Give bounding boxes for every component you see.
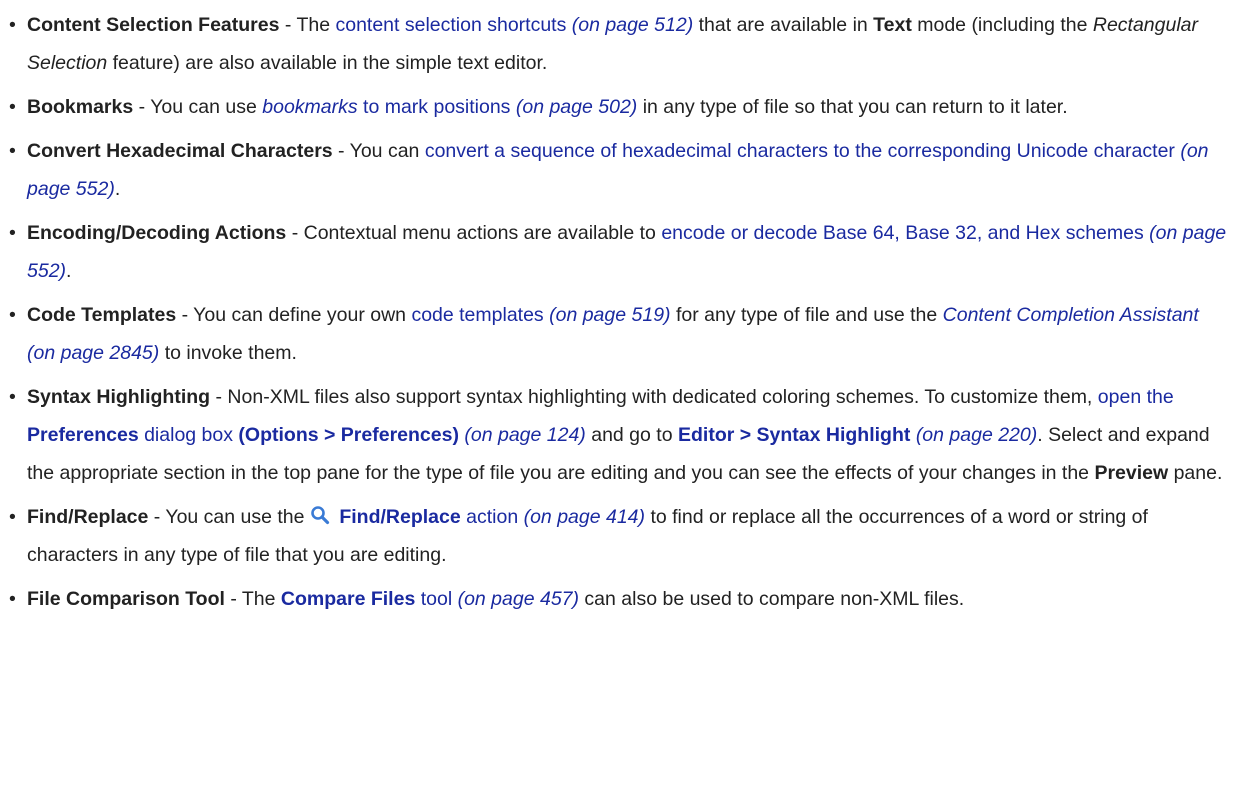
item-text: - You can xyxy=(332,140,425,162)
item-label: Convert Hexadecimal Characters xyxy=(27,140,333,162)
item-text: that are available in xyxy=(693,14,874,36)
item-text: - You can use xyxy=(133,96,263,118)
link-text: open the xyxy=(1097,386,1174,408)
link-syntax-highlight[interactable]: Editor > Syntax Highlight xyxy=(678,424,910,446)
page-ref-link[interactable]: (on page 502) xyxy=(516,96,637,118)
item-text: feature) are also available in the simpl… xyxy=(107,52,548,74)
text-mode-label: Text xyxy=(873,14,912,36)
search-icon xyxy=(311,506,330,525)
item-text: to invoke them. xyxy=(159,342,297,364)
item-label: Syntax Highlighting xyxy=(27,386,211,408)
compare-files-label: Compare Files xyxy=(280,588,416,610)
item-text: - The xyxy=(224,588,281,610)
link-encode-decode[interactable]: encode or decode Base 64, Base 32, and H… xyxy=(661,222,1143,244)
link-code-templates[interactable]: code templates xyxy=(411,304,543,326)
item-label: Content Selection Features xyxy=(27,14,280,36)
list-item-bookmarks: Bookmarks - You can use bookmarks to mar… xyxy=(0,88,1227,126)
preview-label: Preview xyxy=(1094,462,1169,484)
page-ref-link[interactable]: (on page 512) xyxy=(572,14,693,36)
link-find-replace[interactable]: Find/Replace action xyxy=(339,506,518,528)
page-ref-link[interactable]: (on page 414) xyxy=(524,506,645,528)
item-text: for any type of file and use the xyxy=(670,304,943,326)
item-label: Encoding/Decoding Actions xyxy=(27,222,287,244)
list-item-content-selection: Content Selection Features - The content… xyxy=(0,6,1227,82)
link-convert-hex[interactable]: convert a sequence of hexadecimal charac… xyxy=(425,140,1175,162)
find-replace-label: Find/Replace xyxy=(339,506,461,528)
list-item-encoding-decoding: Encoding/Decoding Actions - Contextual m… xyxy=(0,214,1227,290)
page-ref-link[interactable]: (on page 457) xyxy=(458,588,579,610)
document-page: Content Selection Features - The content… xyxy=(0,0,1245,624)
feature-list: Content Selection Features - The content… xyxy=(0,0,1245,618)
item-label: Find/Replace xyxy=(27,506,149,528)
item-text: - Non-XML files also support syntax high… xyxy=(210,386,1098,408)
list-item-code-templates: Code Templates - You can define your own… xyxy=(0,296,1227,372)
item-text: - You can use the xyxy=(148,506,310,528)
link-text: dialog box xyxy=(138,424,239,446)
options-preferences-label: (Options > Preferences) xyxy=(238,424,459,446)
link-bookmarks[interactable]: bookmarks xyxy=(262,96,357,118)
item-label: File Comparison Tool xyxy=(27,588,225,610)
link-text: tool xyxy=(415,588,453,610)
item-text: in any type of file so that you can retu… xyxy=(637,96,1068,118)
link-content-selection-shortcuts[interactable]: content selection shortcuts xyxy=(335,14,566,36)
item-text: . xyxy=(114,178,121,200)
page-ref-link[interactable]: (on page 124) xyxy=(464,424,585,446)
item-text: - The xyxy=(279,14,336,36)
link-mark-positions[interactable]: to mark positions xyxy=(358,96,510,118)
item-text: - You can define your own xyxy=(176,304,412,326)
preferences-label: Preferences xyxy=(27,424,139,446)
list-item-file-comparison: File Comparison Tool - The Compare Files… xyxy=(0,580,1227,618)
list-item-find-replace: Find/Replace - You can use the Find/Repl… xyxy=(0,498,1227,574)
item-label: Bookmarks xyxy=(27,96,134,118)
item-text: and go to xyxy=(585,424,678,446)
link-text: action xyxy=(460,506,519,528)
list-item-syntax-highlighting: Syntax Highlighting - Non-XML files also… xyxy=(0,378,1227,492)
page-ref-link[interactable]: (on page 519) xyxy=(549,304,670,326)
link-compare-files[interactable]: Compare Files tool xyxy=(281,588,452,610)
page-ref-link[interactable]: (on page 220) xyxy=(916,424,1037,446)
item-text: mode (including the xyxy=(911,14,1093,36)
item-text: . xyxy=(66,260,72,282)
item-text: - Contextual menu actions are available … xyxy=(286,222,662,244)
item-text: can also be used to compare non-XML file… xyxy=(579,588,965,610)
item-label: Code Templates xyxy=(27,304,177,326)
item-text: pane. xyxy=(1168,462,1223,484)
list-item-convert-hex: Convert Hexadecimal Characters - You can… xyxy=(0,132,1227,208)
